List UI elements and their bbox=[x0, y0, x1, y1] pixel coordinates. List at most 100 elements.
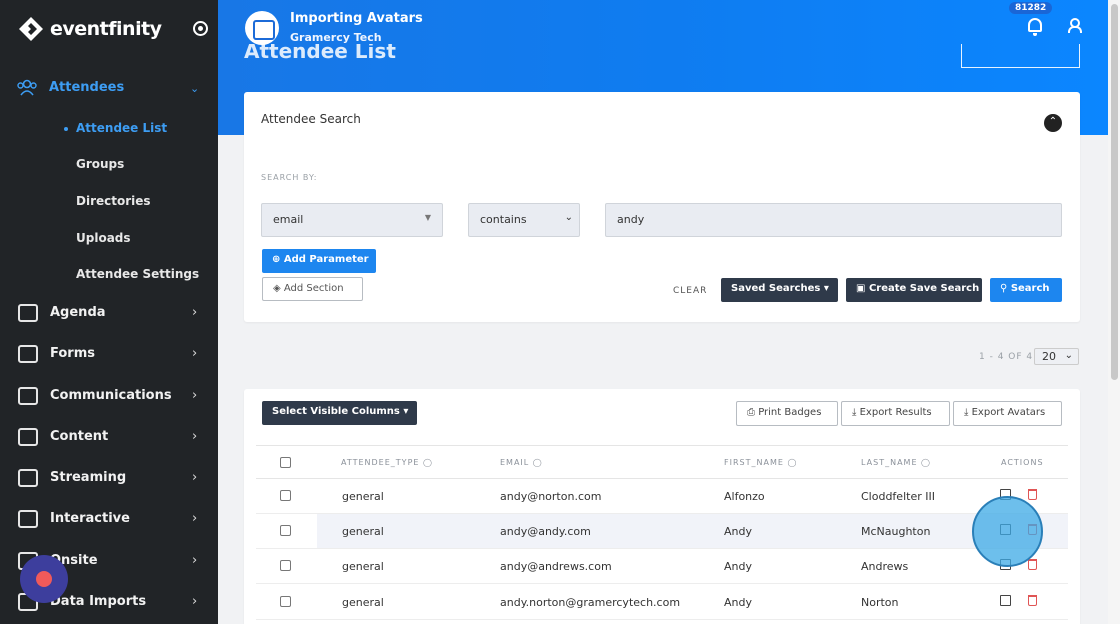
sidebar-subitem-groups[interactable]: Groups bbox=[76, 157, 124, 171]
column-header-label: ATTENDEE_TYPE bbox=[341, 458, 420, 467]
row-checkbox[interactable] bbox=[280, 490, 291, 501]
chevron-right-icon: › bbox=[192, 511, 198, 526]
caret-down-icon: ▾ bbox=[403, 406, 409, 417]
row-checkbox[interactable] bbox=[280, 560, 291, 571]
target-icon[interactable] bbox=[193, 21, 208, 36]
sidebar: eventfinity Attendees ⌄ Attendee List Gr… bbox=[0, 0, 218, 624]
sidebar-item-interactive[interactable]: Interactive › bbox=[0, 502, 218, 538]
export-avatars-label: Export Avatars bbox=[971, 407, 1046, 418]
table-row[interactable]: general andy@andy.com Andy McNaughton bbox=[256, 514, 1068, 549]
export-results-button[interactable]: ⤓ Export Results bbox=[841, 401, 950, 426]
search-icon: ⚲ bbox=[1000, 283, 1008, 294]
record-button[interactable] bbox=[20, 555, 68, 603]
chevron-right-icon: › bbox=[192, 388, 198, 403]
sidebar-item-label: Forms bbox=[50, 346, 95, 361]
unlock-icon: ◯ bbox=[921, 458, 931, 467]
eventfinity-logo-icon bbox=[19, 17, 43, 41]
add-parameter-button[interactable]: ⊕ Add Parameter bbox=[262, 249, 376, 273]
download-icon: ⤓ bbox=[964, 407, 969, 418]
per-page-select[interactable]: 20 ⌄ bbox=[1034, 348, 1079, 365]
select-columns-label: Select Visible Columns bbox=[272, 406, 400, 417]
sidebar-item-attendees[interactable]: Attendees ⌄ bbox=[0, 68, 218, 108]
chevron-up-icon[interactable]: ⌃ bbox=[1044, 114, 1062, 132]
page-title: Attendee List bbox=[244, 44, 396, 63]
add-section-button[interactable]: ◈ Add Section bbox=[262, 277, 363, 301]
share-icon bbox=[18, 510, 38, 528]
event-title[interactable]: Importing Avatars bbox=[290, 11, 423, 26]
cell-email: andy.norton@gramercytech.com bbox=[500, 596, 681, 609]
add-section-label: Add Section bbox=[283, 283, 344, 294]
caret-down-icon: ▼ bbox=[424, 213, 431, 222]
layers-icon: ◈ bbox=[273, 283, 281, 294]
sidebar-subitem-directories[interactable]: Directories bbox=[76, 194, 151, 208]
cell-first-name: Andy bbox=[724, 560, 752, 573]
cell-last-name: McNaughton bbox=[861, 525, 931, 538]
calendar-icon bbox=[18, 304, 38, 322]
chevron-right-icon: › bbox=[192, 305, 198, 320]
chevron-right-icon: › bbox=[192, 470, 198, 485]
trash-icon[interactable] bbox=[1028, 595, 1037, 606]
brand-logo[interactable]: eventfinity bbox=[18, 14, 162, 44]
export-avatars-button[interactable]: ⤓ Export Avatars bbox=[953, 401, 1062, 426]
chevron-right-icon: › bbox=[192, 346, 198, 361]
forms-icon bbox=[18, 345, 38, 363]
header-action-button[interactable] bbox=[961, 44, 1080, 68]
search-value-input[interactable]: andy bbox=[605, 203, 1062, 237]
column-header-label: FIRST_NAME bbox=[724, 458, 784, 467]
column-header-label: LAST_NAME bbox=[861, 458, 918, 467]
edit-icon[interactable] bbox=[1000, 595, 1011, 606]
cell-first-name: Andy bbox=[724, 596, 752, 609]
cell-attendee-type: general bbox=[342, 525, 384, 538]
column-header-actions: ACTIONS bbox=[1001, 458, 1044, 467]
saved-searches-dropdown[interactable]: Saved Searches ▾ bbox=[721, 278, 838, 302]
search-value-text: andy bbox=[617, 213, 645, 226]
sidebar-item-forms[interactable]: Forms › bbox=[0, 337, 218, 373]
row-checkbox[interactable] bbox=[280, 525, 291, 536]
create-save-search-label: Create Save Search bbox=[868, 283, 980, 294]
sidebar-item-label: Content bbox=[50, 429, 109, 444]
image-icon bbox=[18, 428, 38, 446]
unlock-icon: ◯ bbox=[423, 458, 433, 467]
search-panel-title: Attendee Search bbox=[261, 112, 361, 126]
saved-searches-label: Saved Searches bbox=[731, 283, 821, 294]
sidebar-subitem-attendee-list[interactable]: Attendee List bbox=[76, 121, 167, 135]
sidebar-item-streaming[interactable]: Streaming › bbox=[0, 461, 218, 497]
table-row[interactable]: general andy@andrews.com Andy Andrews bbox=[256, 549, 1068, 584]
sidebar-subitem-uploads[interactable]: Uploads bbox=[76, 231, 131, 245]
sidebar-item-communications[interactable]: Communications › bbox=[0, 379, 218, 415]
sidebar-item-label: Attendees bbox=[49, 80, 125, 95]
trash-icon[interactable] bbox=[1028, 559, 1037, 570]
chevron-down-icon: ⌄ bbox=[564, 212, 573, 223]
column-header-attendee-type[interactable]: ATTENDEE_TYPE ◯ bbox=[341, 458, 433, 467]
row-checkbox[interactable] bbox=[280, 596, 291, 607]
scrollbar-thumb[interactable] bbox=[1111, 4, 1118, 380]
trash-icon[interactable] bbox=[1028, 489, 1037, 500]
chevron-right-icon: › bbox=[192, 594, 198, 609]
column-header-email[interactable]: EMAIL ◯ bbox=[500, 458, 543, 467]
sidebar-subitem-attendee-settings[interactable]: Attendee Settings bbox=[76, 267, 199, 281]
bell-icon[interactable] bbox=[1028, 18, 1042, 36]
cell-email: andy@andy.com bbox=[500, 525, 591, 538]
select-all-checkbox[interactable] bbox=[280, 457, 291, 468]
pagination-range: 1 - 4 OF 4 bbox=[979, 352, 1034, 362]
chevron-down-icon: ⌄ bbox=[190, 82, 200, 95]
print-badges-button[interactable]: ⎙ Print Badges bbox=[736, 401, 838, 426]
user-icon[interactable] bbox=[1068, 18, 1082, 33]
search-button[interactable]: ⚲ Search bbox=[990, 278, 1062, 302]
table-row[interactable]: general andy.norton@gramercytech.com And… bbox=[256, 585, 1068, 620]
column-header-last-name[interactable]: LAST_NAME ◯ bbox=[861, 458, 931, 467]
cell-last-name: Norton bbox=[861, 596, 899, 609]
clear-link[interactable]: CLEAR bbox=[673, 286, 707, 296]
cell-first-name: Andy bbox=[724, 525, 752, 538]
printer-icon: ⎙ bbox=[747, 407, 755, 418]
sidebar-item-agenda[interactable]: Agenda › bbox=[0, 296, 218, 332]
table-row[interactable]: general andy@norton.com Alfonzo Cloddfel… bbox=[256, 479, 1068, 514]
select-visible-columns-dropdown[interactable]: Select Visible Columns ▾ bbox=[262, 401, 417, 425]
create-save-search-button[interactable]: ▣ Create Save Search bbox=[846, 278, 982, 302]
sidebar-item-content[interactable]: Content › bbox=[0, 420, 218, 456]
search-field-select[interactable]: email ▼ bbox=[261, 203, 443, 237]
search-operator-select[interactable]: contains ⌄ bbox=[468, 203, 580, 237]
column-header-first-name[interactable]: FIRST_NAME ◯ bbox=[724, 458, 797, 467]
download-icon: ⤓ bbox=[852, 407, 857, 418]
event-logo-icon[interactable] bbox=[245, 11, 279, 45]
